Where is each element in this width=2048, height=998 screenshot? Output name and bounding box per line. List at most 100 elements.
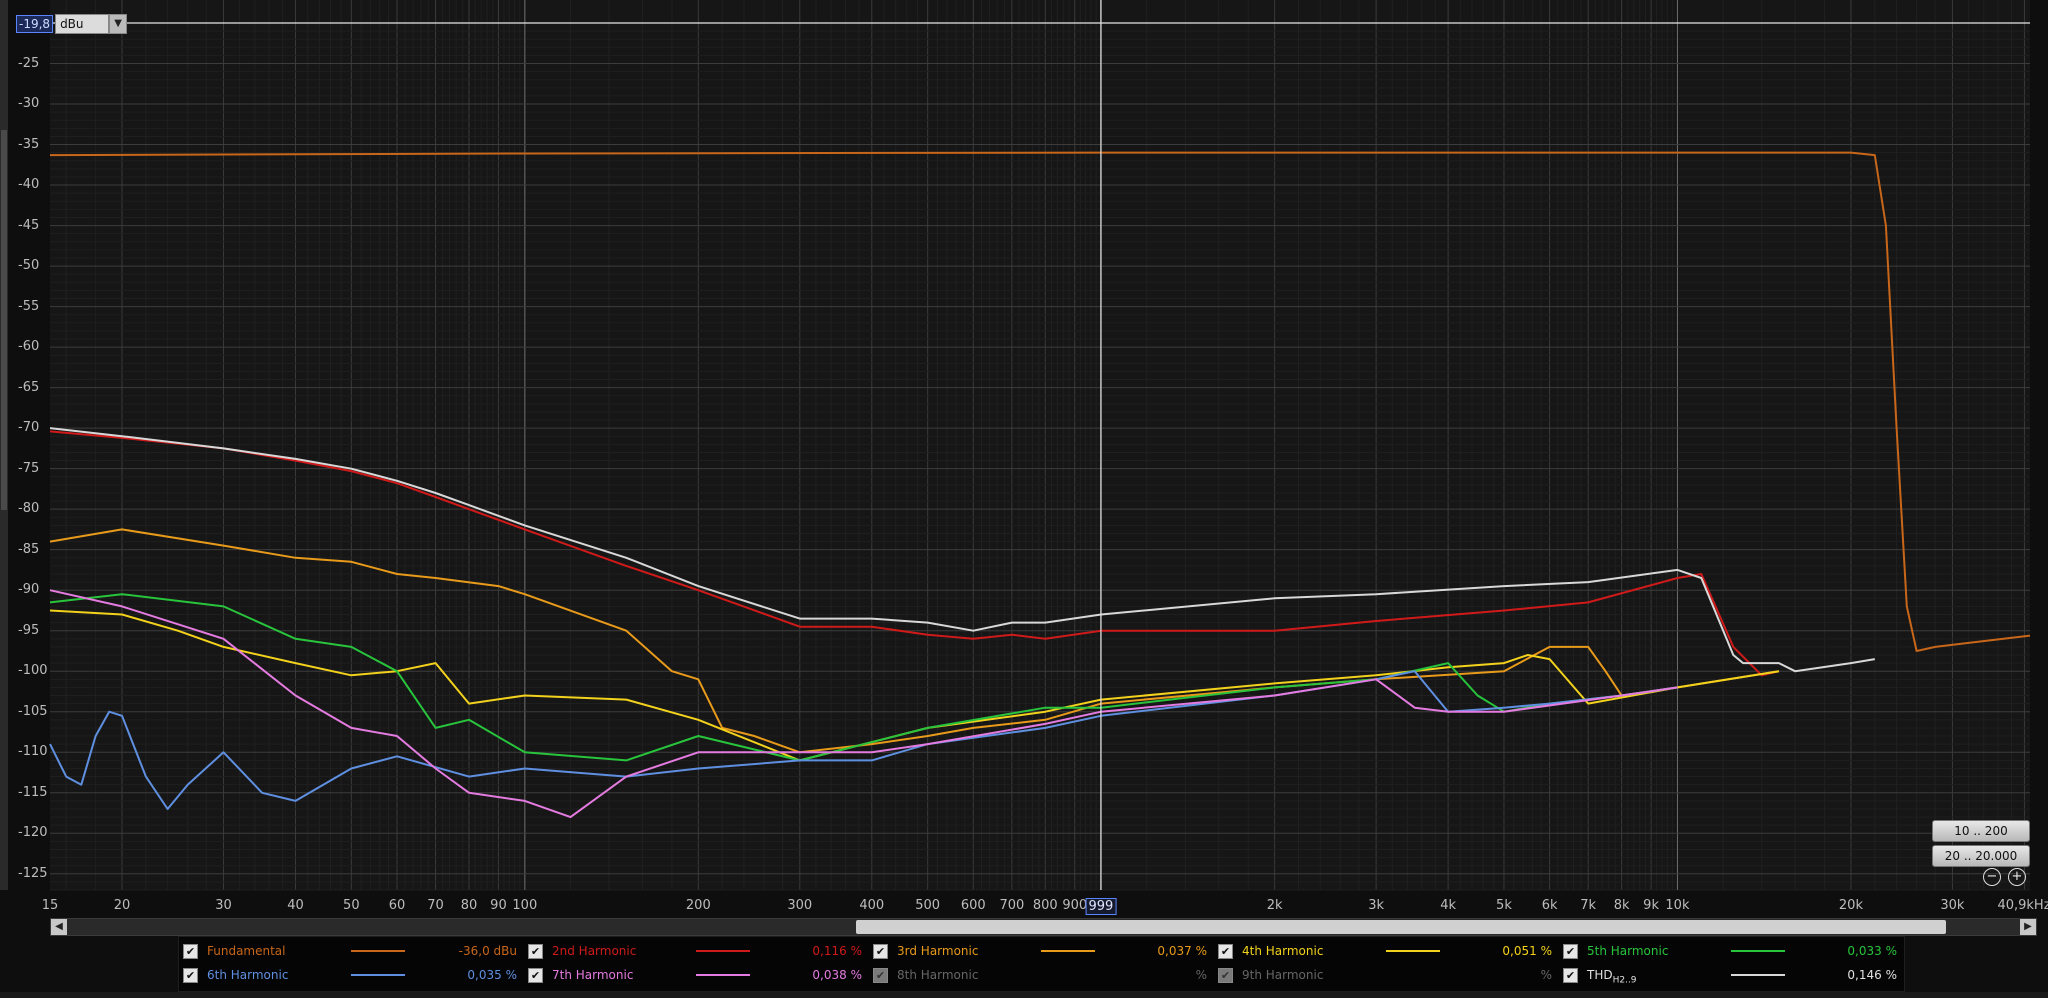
x-tick-label: 3k <box>1368 898 1385 913</box>
legend-checkbox[interactable]: ✔ <box>528 944 543 959</box>
legend-item: ✔ 5th Harmonic 0,033 % <box>1563 940 1903 962</box>
legend-item: ✔ 3rd Harmonic 0,037 % <box>873 940 1213 962</box>
distortion-plot <box>49 0 2031 891</box>
x-tick-label: 7k <box>1580 898 1597 913</box>
legend-checkbox[interactable]: ✔ <box>1218 968 1233 983</box>
y-tick-label: -35 <box>18 136 40 152</box>
legend-value: 0,051 % <box>1502 944 1552 958</box>
range-20-20000-button[interactable]: 20 .. 20.000 <box>1932 845 2030 867</box>
x-tick-label: 4k <box>1440 898 1457 913</box>
legend-line-swatch <box>351 950 405 952</box>
legend-line-swatch <box>1731 950 1785 952</box>
minor-grid <box>50 0 2030 891</box>
legend-item: ✔ 9th Harmonic% <box>1218 964 1558 986</box>
x-tick-label: 80 <box>460 898 478 913</box>
legend-label-subscript: H2..9 <box>1612 975 1637 986</box>
status-strip <box>0 992 2048 998</box>
legend-line-swatch <box>696 974 750 976</box>
legend-checkbox[interactable]: ✔ <box>1563 944 1578 959</box>
legend-label: 6th Harmonic <box>207 968 288 982</box>
range-10-200-button[interactable]: 10 .. 200 <box>1932 820 2030 842</box>
legend-label: 8th Harmonic <box>897 968 978 982</box>
y-tick-label: -70 <box>18 420 40 436</box>
legend-panel: ✔ Fundamental -36,0 dBu ✔ 2nd Harmonic 0,116 … <box>178 936 1905 992</box>
x-tick-label: 50 <box>343 898 360 913</box>
legend-checkbox[interactable]: ✔ <box>1218 944 1233 959</box>
legend-label-text: 8th Harmonic <box>897 968 979 982</box>
x-tick-label: 900 <box>1062 898 1088 913</box>
zoom-in-icon[interactable]: + <box>2008 868 2026 886</box>
legend-item: ✔ 4th Harmonic 0,051 % <box>1218 940 1558 962</box>
legend-label-text: Fundamental <box>207 944 286 958</box>
scroll-right-icon[interactable]: ▶ <box>2020 919 2036 935</box>
legend-label-text: 9th Harmonic <box>1242 968 1324 982</box>
y-tick-label: -115 <box>18 784 48 800</box>
legend-line-swatch <box>1731 974 1785 976</box>
legend-label: THDH2..9 <box>1587 968 1637 985</box>
y-tick-label: -85 <box>18 541 40 557</box>
legend-line-swatch <box>351 974 405 976</box>
x-tick-label: 6k <box>1541 898 1558 913</box>
x-tick-label: 5k <box>1496 898 1512 913</box>
y-tick-label: -80 <box>18 501 40 517</box>
y-tick-label: -65 <box>18 379 40 395</box>
scroll-left-icon[interactable]: ◀ <box>51 919 67 935</box>
legend-item: ✔ 6th Harmonic 0,035 % <box>183 964 523 986</box>
unit-select[interactable]: dBu <box>55 14 110 34</box>
y-tick-label: -125 <box>18 865 48 881</box>
y-tick-label: -60 <box>18 339 40 355</box>
legend-checkbox[interactable]: ✔ <box>183 944 198 959</box>
horizontal-scrollbar[interactable]: ◀ ▶ <box>50 918 2037 936</box>
x-tick-label: 200 <box>685 898 711 913</box>
x-tick-label: 800 <box>1032 898 1058 913</box>
x-tick-label: 300 <box>787 898 813 913</box>
legend-checkbox[interactable]: ✔ <box>873 968 888 983</box>
legend-label: Fundamental <box>207 944 286 958</box>
x-tick-label: 15 <box>41 898 59 913</box>
legend-item: ✔ Fundamental -36,0 dBu <box>183 940 523 962</box>
legend-label: 4th Harmonic <box>1242 944 1323 958</box>
x-tick-label: 500 <box>915 898 941 913</box>
legend-label-text: 6th Harmonic <box>207 968 289 982</box>
x-tick-label: 90 <box>490 898 507 913</box>
x-tick-label: 30 <box>215 898 232 913</box>
y-tick-label: -50 <box>18 258 40 274</box>
x-tick-label: 70 <box>427 898 444 913</box>
legend-label: 5th Harmonic <box>1587 944 1668 958</box>
legend-label-text: 5th Harmonic <box>1587 944 1669 958</box>
legend-label-text: 4th Harmonic <box>1242 944 1324 958</box>
y-tick-label: -45 <box>18 217 40 233</box>
y-tick-label: -110 <box>18 744 48 760</box>
legend-checkbox[interactable]: ✔ <box>1563 968 1578 983</box>
y-tick-label: -40 <box>18 177 40 193</box>
legend-label: 2nd Harmonic <box>552 944 636 958</box>
legend-value: 0,033 % <box>1847 944 1897 958</box>
x-tick-label: 8k <box>1613 898 1630 913</box>
cursor-level-readout: -19,8 <box>16 15 54 33</box>
legend-checkbox[interactable]: ✔ <box>183 968 198 983</box>
x-tick-label: 10k <box>1665 898 1690 913</box>
level-unit-control: -19,8 dBu ▼ <box>16 14 128 34</box>
legend-value: -36,0 dBu <box>458 944 517 958</box>
x-tick-label: 100 <box>512 898 538 913</box>
zoom-out-icon[interactable]: − <box>1983 868 2001 886</box>
legend-checkbox[interactable]: ✔ <box>873 944 888 959</box>
y-tick-label: -25 <box>18 55 40 71</box>
legend-label: 7th Harmonic <box>552 968 633 982</box>
y-tick-label: -95 <box>18 622 40 638</box>
chevron-down-icon[interactable]: ▼ <box>109 14 128 34</box>
legend-line-swatch <box>696 950 750 952</box>
x-tick-label: 2k <box>1266 898 1283 913</box>
legend-label: 9th Harmonic <box>1242 968 1323 982</box>
y-tick-label: -105 <box>18 703 48 719</box>
legend-label-text: 3rd Harmonic <box>897 944 979 958</box>
horizontal-scroll-thumb[interactable] <box>856 920 1946 934</box>
legend-label-text: 2nd Harmonic <box>552 944 637 958</box>
legend-checkbox[interactable]: ✔ <box>528 968 543 983</box>
x-tick-label: 400 <box>859 898 885 913</box>
rew-distortion-window: -19,8 dBu ▼ -25 -30 -35 -40 -45 -50 -55 -60 -65 -… <box>0 0 2048 998</box>
x-tick-label: 30k <box>1940 898 1965 913</box>
legend-item: ✔ 8th Harmonic% <box>873 964 1213 986</box>
legend-value: 0,116 % <box>812 944 862 958</box>
legend-value: % <box>1195 968 1207 982</box>
